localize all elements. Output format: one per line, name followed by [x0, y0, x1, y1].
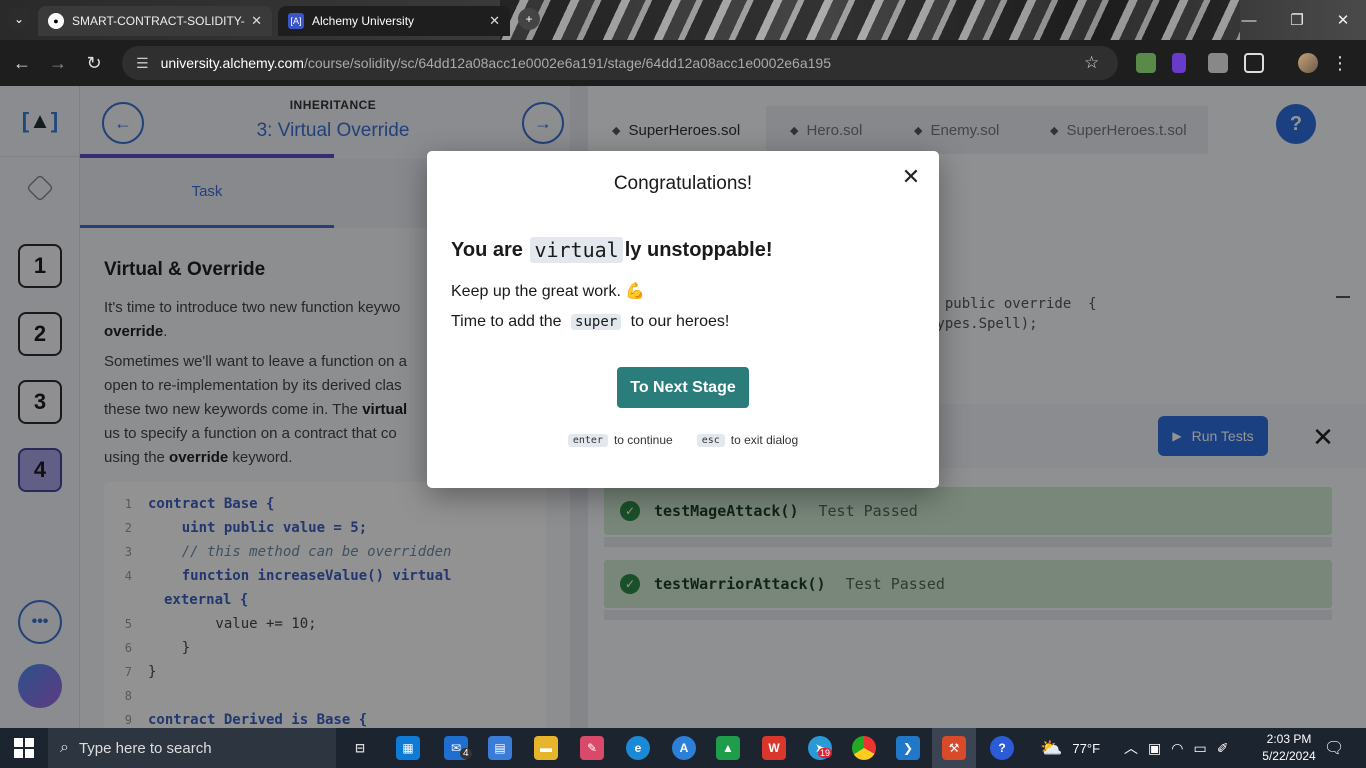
text: to our heroes!	[626, 313, 730, 330]
clock-date: 5/22/2024	[1262, 749, 1316, 763]
clock[interactable]: 2:03 PM 5/22/2024	[1256, 731, 1322, 765]
url-path: /course/solidity/sc/64dd12a08acc1e0002e6…	[303, 55, 831, 71]
wifi-icon[interactable]: ◠	[1171, 740, 1183, 757]
meet-icon[interactable]: ▣	[1148, 740, 1161, 757]
text: You are	[451, 238, 529, 261]
hint-text: to exit dialog	[730, 433, 799, 447]
next-stage-button[interactable]: To Next Stage	[617, 367, 749, 408]
telegram-badge: 19	[818, 748, 833, 758]
url-host: university.alchemy.com	[160, 55, 304, 71]
chart-app-icon[interactable]: ▲	[716, 736, 740, 760]
microsoft-store-icon[interactable]: ▦	[396, 736, 420, 760]
edge-icon[interactable]: e	[626, 736, 650, 760]
hint-enter: enter to continue	[567, 433, 673, 447]
mail-badge: 4	[460, 748, 472, 759]
chrome-icon[interactable]	[852, 736, 876, 760]
help-icon[interactable]: ?	[990, 736, 1014, 760]
search-icon: ⌕	[60, 739, 69, 756]
extension-icon[interactable]	[1136, 53, 1156, 73]
github-icon: ●	[48, 13, 64, 29]
back-icon[interactable]: ←	[10, 51, 34, 75]
restore-icon[interactable]: ❐	[1282, 8, 1312, 32]
inline-code: super	[571, 314, 622, 330]
site-info-icon[interactable]: ☰	[136, 55, 149, 72]
dialog-headline: You are virtual ly unstoppable!	[451, 237, 773, 263]
battery-icon[interactable]: ▭	[1193, 740, 1206, 757]
bookmark-star-icon[interactable]: ☆	[1084, 53, 1099, 73]
windows-start-icon[interactable]	[14, 738, 34, 758]
inline-code: virtual	[530, 237, 623, 263]
tabstrip-background	[500, 0, 1240, 40]
weather-icon: ⛅	[1040, 737, 1063, 758]
key-label: enter	[567, 433, 608, 447]
alchemy-icon: [A]	[288, 13, 304, 29]
calculator-icon[interactable]: ▤	[488, 736, 512, 760]
text: ly unstoppable!	[624, 238, 773, 261]
close-tab-icon[interactable]: ✕	[251, 13, 262, 29]
close-window-icon[interactable]: ✕	[1328, 8, 1358, 32]
browser-tabstrip: ⌄ ● SMART-CONTRACT-SOLIDITY-F ✕ [A] Alch…	[0, 0, 1366, 40]
hint-text: to continue	[613, 433, 673, 447]
task-view-icon[interactable]: ⊟	[348, 736, 372, 760]
tab-title: SMART-CONTRACT-SOLIDITY-F	[72, 14, 246, 28]
dialog-title: Congratulations!	[613, 173, 753, 194]
forward-icon[interactable]: →	[46, 51, 70, 75]
file-explorer-icon[interactable]: ▬	[534, 736, 558, 760]
search-placeholder: Type here to search	[78, 739, 212, 757]
keyboard-hints: enter to continue esc to exit dialog	[427, 433, 939, 447]
new-tab-button[interactable]: +	[518, 8, 540, 30]
app-icon[interactable]: ⚒	[942, 736, 966, 760]
text: Time to add the	[451, 313, 567, 330]
congratulations-dialog: Congratulations! ✕ You are virtual ly uns…	[427, 151, 939, 488]
browser-toolbar: ← → ↻ ☰ university.alchemy.com /course/s…	[0, 40, 1366, 86]
pen-icon[interactable]: ✐	[1217, 740, 1229, 757]
app-icon[interactable]: A	[672, 736, 696, 760]
dialog-message: Keep up the great work. 💪	[451, 283, 646, 300]
profile-avatar[interactable]	[1298, 53, 1318, 73]
chevron-up-icon[interactable]: ︿	[1124, 738, 1138, 758]
browser-menu-icon[interactable]: ⋮	[1328, 51, 1352, 75]
key-label: esc	[696, 433, 725, 447]
paint-icon[interactable]: ✎	[580, 736, 604, 760]
close-dialog-icon[interactable]: ✕	[897, 163, 925, 191]
extension-icon[interactable]	[1208, 53, 1228, 73]
tab-github[interactable]: ● SMART-CONTRACT-SOLIDITY-F ✕	[38, 6, 272, 36]
tab-alchemy-university[interactable]: [A] Alchemy University ✕	[278, 6, 510, 36]
vscode-icon[interactable]: ❯	[896, 736, 920, 760]
reload-icon[interactable]: ↻	[82, 51, 106, 75]
weather-temp: 77°F	[1072, 740, 1101, 756]
tab-search-button[interactable]: ⌄	[8, 8, 30, 30]
clock-time: 2:03 PM	[1266, 732, 1312, 746]
hint-esc: esc to exit dialog	[696, 433, 799, 447]
extensions-puzzle-icon[interactable]	[1244, 53, 1264, 73]
address-bar[interactable]: ☰ university.alchemy.com /course/solidit…	[122, 46, 1118, 80]
dialog-message: Time to add the super to our heroes!	[451, 313, 729, 331]
wps-office-icon[interactable]: W	[762, 736, 786, 760]
notification-icon[interactable]: 🗨	[1324, 728, 1344, 768]
extension-icon[interactable]	[1172, 53, 1186, 73]
minimize-icon[interactable]: —	[1234, 8, 1264, 32]
system-tray: ︿ ▣ ◠ ▭ ✐	[1124, 728, 1228, 768]
close-tab-icon[interactable]: ✕	[489, 13, 500, 29]
tab-title: Alchemy University	[312, 14, 415, 28]
weather-widget[interactable]: ⛅ 77°F	[1040, 728, 1100, 768]
windows-taskbar: ⌕ Type here to search ⊟ ▦ ✉ 4 ▤ ▬ ✎ e A …	[0, 728, 1366, 768]
taskbar-search-box[interactable]: ⌕ Type here to search	[48, 728, 336, 768]
